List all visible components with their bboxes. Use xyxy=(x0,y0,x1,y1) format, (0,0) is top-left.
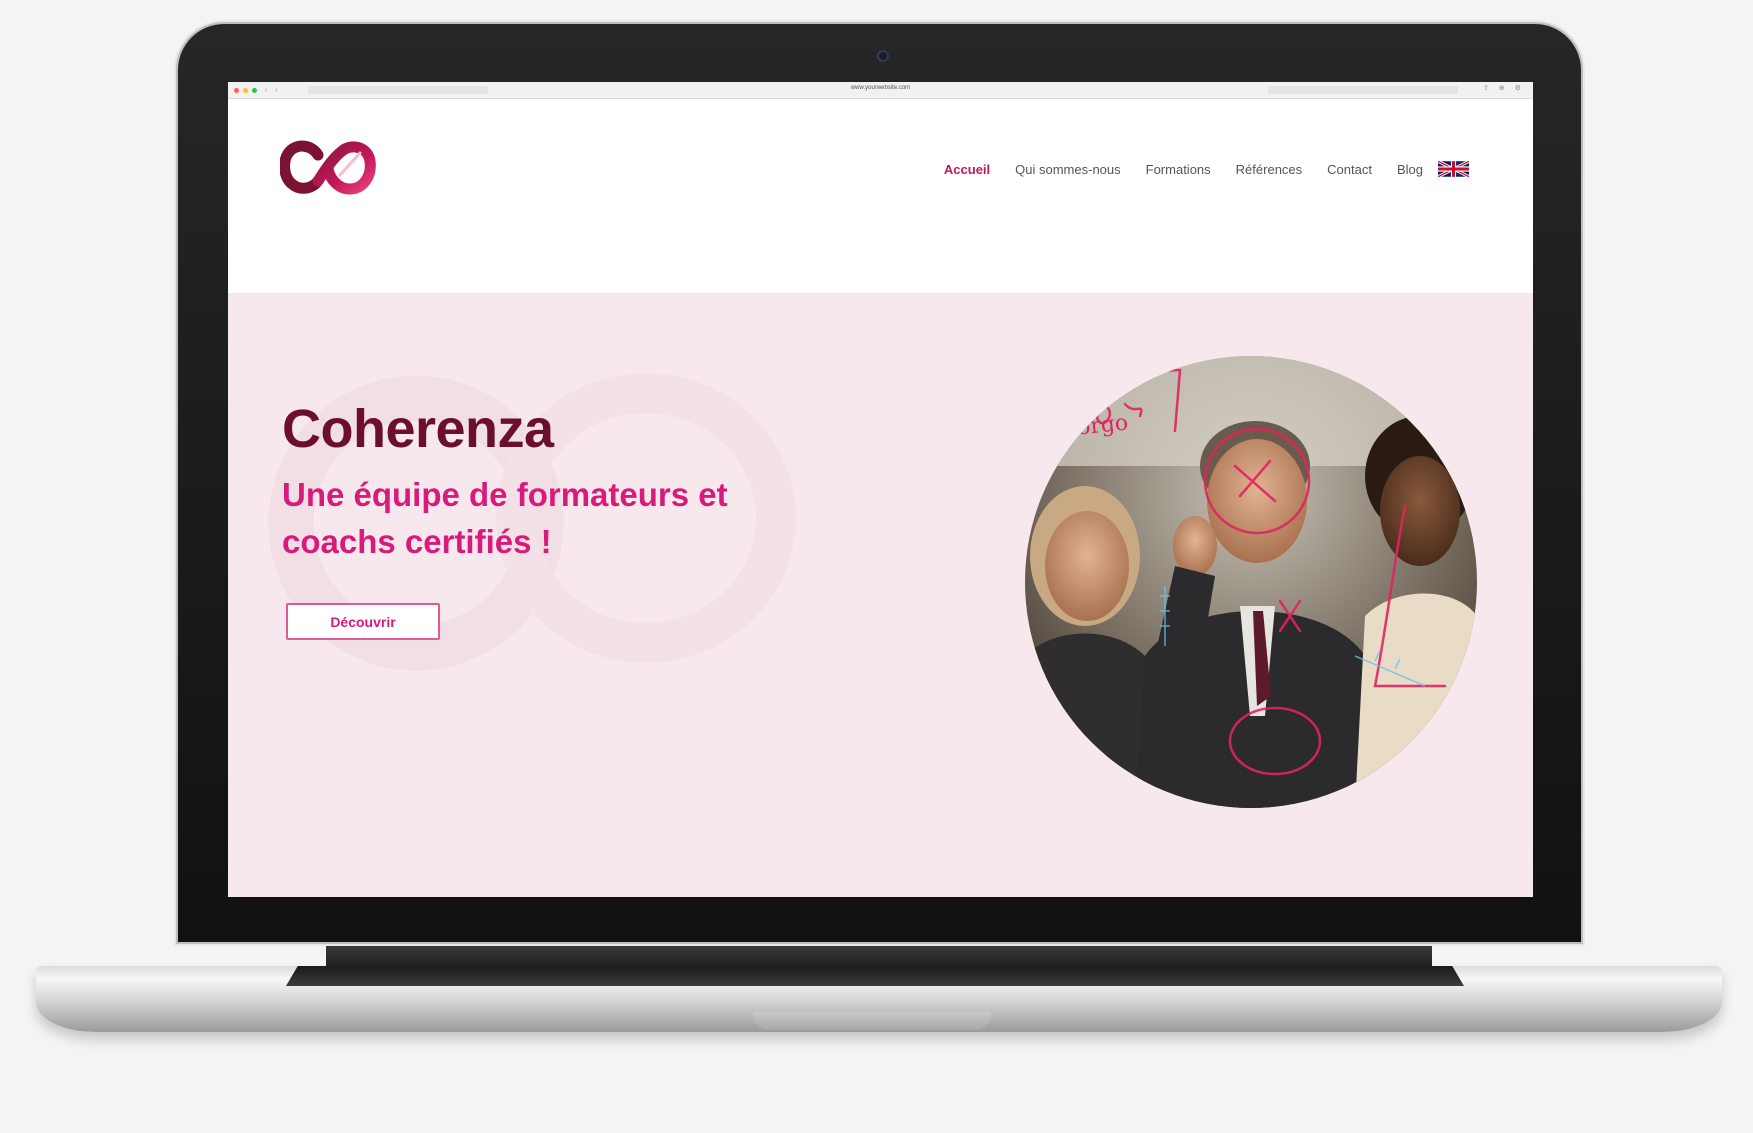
webcam-icon xyxy=(877,50,889,62)
nav-item-qui-sommes-nous[interactable]: Qui sommes-nous xyxy=(1015,162,1120,177)
nav-item-formations[interactable]: Formations xyxy=(1146,162,1211,177)
site-header: Accueil Qui sommes-nous Formations Référ… xyxy=(228,99,1533,293)
nav-item-contact[interactable]: Contact xyxy=(1327,162,1372,177)
browser-toolbar: ‹ › www.yourwebsite.com ⇧ ⊕ ⚙ xyxy=(228,82,1533,99)
main-navigation: Accueil Qui sommes-nous Formations Référ… xyxy=(944,162,1423,177)
laptop-keyboard-edge xyxy=(286,966,1464,986)
team-whiteboard-photo: Torgo xyxy=(1025,356,1477,808)
nav-item-references[interactable]: Références xyxy=(1236,162,1302,177)
uk-flag-icon[interactable] xyxy=(1438,161,1469,177)
laptop-screen: ‹ › www.yourwebsite.com ⇧ ⊕ ⚙ Accueil Qu… xyxy=(228,82,1533,897)
coherenza-logo[interactable] xyxy=(280,139,376,197)
nav-item-accueil[interactable]: Accueil xyxy=(944,162,990,177)
laptop-hinge xyxy=(326,946,1432,966)
hero-section: Coherenza Une équipe de formateurs et co… xyxy=(228,293,1533,897)
browser-tab-secondary[interactable] xyxy=(1268,86,1458,94)
hero-subtitle: Une équipe de formateurs et coachs certi… xyxy=(282,476,728,560)
laptop-notch xyxy=(753,1012,991,1030)
hero-title: Coherenza xyxy=(282,399,554,459)
decouvrir-button[interactable]: Découvrir xyxy=(286,603,440,640)
browser-action-icons[interactable]: ⇧ ⊕ ⚙ xyxy=(1483,84,1525,92)
nav-item-blog[interactable]: Blog xyxy=(1397,162,1423,177)
